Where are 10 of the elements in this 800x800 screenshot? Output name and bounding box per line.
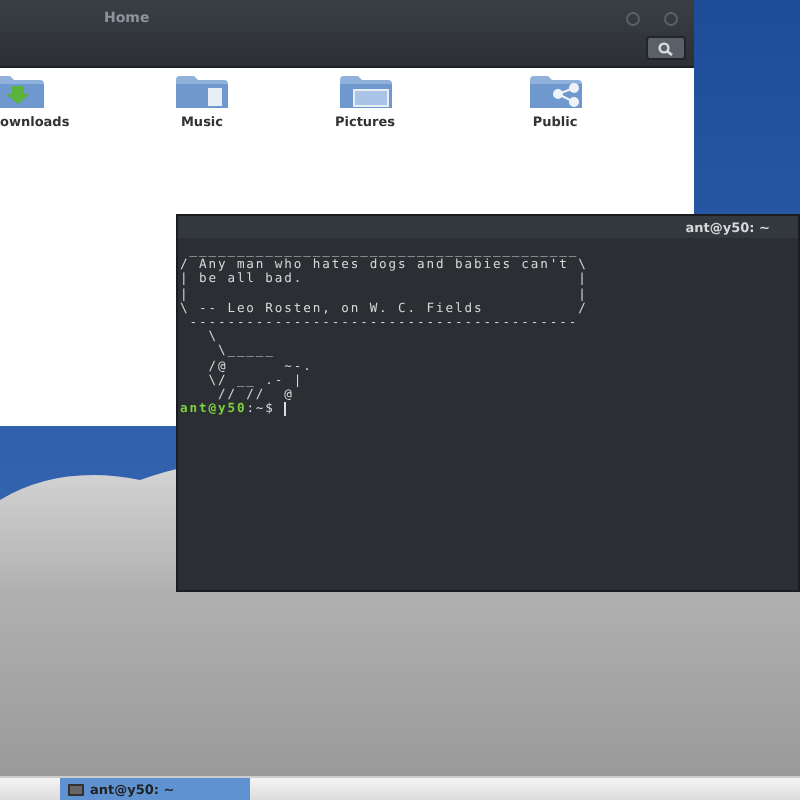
- folder-icon[interactable]: [0, 76, 44, 108]
- text-cursor: [284, 402, 287, 417]
- search-icon: [658, 41, 674, 55]
- search-button[interactable]: [646, 36, 686, 60]
- folder-icon[interactable]: [176, 76, 228, 108]
- minimize-button[interactable]: [626, 11, 640, 25]
- terminal-icon: [68, 783, 84, 795]
- folder-icon[interactable]: [529, 76, 581, 108]
- close-button[interactable]: [664, 11, 678, 25]
- folder-icon[interactable]: [339, 76, 391, 108]
